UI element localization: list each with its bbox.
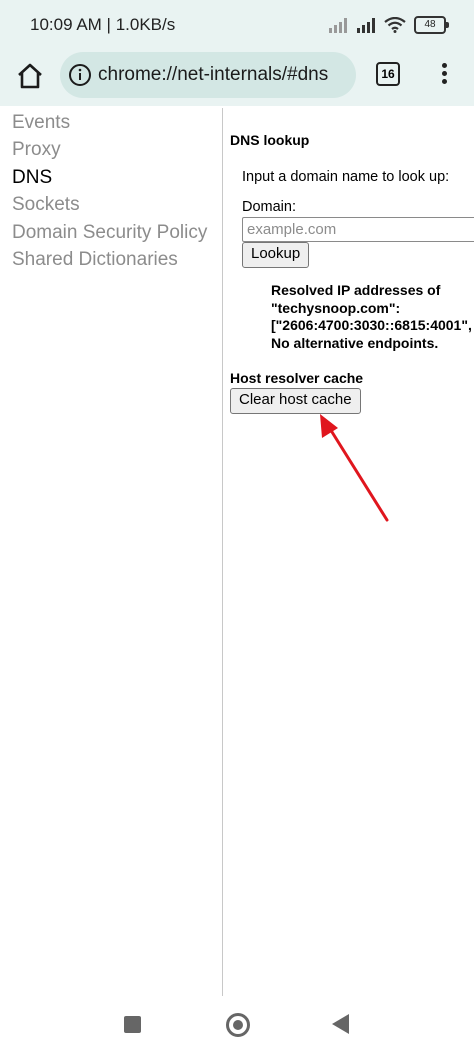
lookup-result: Resolved IP addresses of "techysnoop.com… bbox=[271, 282, 472, 351]
sidebar-item-sockets[interactable]: Sockets bbox=[12, 194, 80, 216]
signal-icon bbox=[329, 18, 347, 33]
sidebar-item-proxy[interactable]: Proxy bbox=[12, 139, 61, 161]
dns-panel: DNS lookup Input a domain name to look u… bbox=[230, 108, 474, 996]
status-icons: 48 bbox=[328, 14, 449, 36]
url-text[interactable]: chrome://net-internals/#dns bbox=[98, 64, 328, 86]
home-icon[interactable] bbox=[14, 60, 46, 92]
tab-switcher-button[interactable]: 16 bbox=[376, 62, 400, 86]
lookup-instruction: Input a domain name to look up: bbox=[242, 169, 450, 185]
browser-toolbar: chrome://net-internals/#dns 16 bbox=[0, 50, 474, 106]
signal-icon bbox=[357, 18, 375, 33]
address-bar[interactable]: chrome://net-internals/#dns bbox=[60, 52, 356, 98]
back-icon[interactable] bbox=[332, 1014, 349, 1034]
wifi-icon bbox=[384, 17, 406, 33]
info-icon[interactable] bbox=[68, 63, 92, 87]
sidebar-item-shared-dictionaries[interactable]: Shared Dictionaries bbox=[12, 249, 178, 271]
sidebar-item-dns[interactable]: DNS bbox=[12, 167, 52, 189]
system-nav-bar bbox=[0, 996, 474, 1053]
clear-host-cache-button[interactable]: Clear host cache bbox=[230, 388, 361, 414]
more-menu-icon[interactable] bbox=[436, 60, 452, 92]
home-nav-icon[interactable] bbox=[226, 1013, 250, 1037]
status-bar: 10:09 AM | 1.0KB/s 48 bbox=[0, 0, 474, 50]
battery-icon: 48 bbox=[414, 16, 449, 34]
dns-lookup-title: DNS lookup bbox=[230, 132, 310, 148]
recents-icon[interactable] bbox=[124, 1016, 141, 1033]
status-time: 10:09 AM | 1.0KB/s bbox=[30, 15, 176, 34]
net-internals-sidebar: Events Proxy DNS Sockets Domain Security… bbox=[0, 108, 223, 996]
sidebar-item-events[interactable]: Events bbox=[12, 112, 70, 134]
domain-label: Domain: bbox=[242, 199, 296, 215]
host-cache-title: Host resolver cache bbox=[230, 370, 364, 386]
domain-input[interactable] bbox=[242, 217, 474, 242]
lookup-button[interactable]: Lookup bbox=[242, 242, 310, 268]
sidebar-item-domain-security-policy[interactable]: Domain Security Policy bbox=[12, 222, 207, 244]
